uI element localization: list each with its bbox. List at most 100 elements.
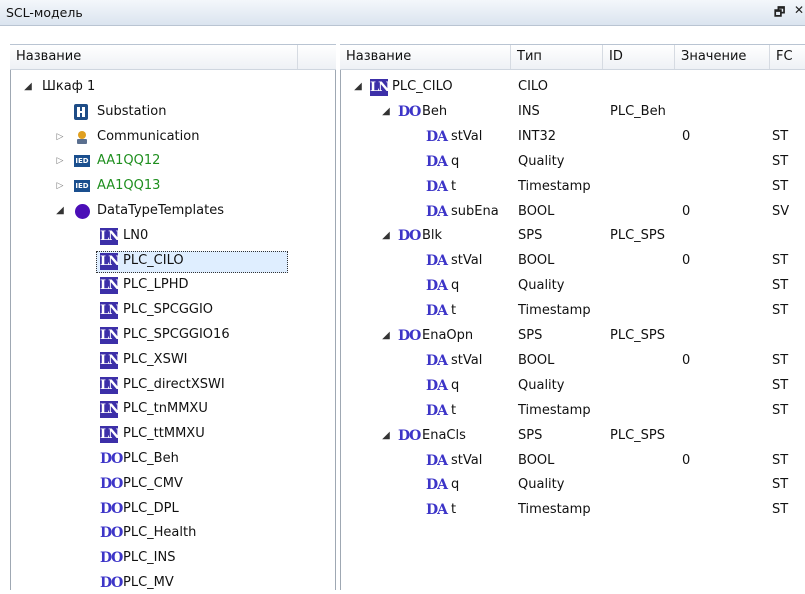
tree-row-template-item[interactable]: LN PLC_tnMMXU (10, 398, 334, 420)
grid-name: Beh (422, 103, 448, 119)
grid-name: q (451, 153, 460, 169)
tree-label-item: PLC_XSWI (123, 351, 188, 367)
grid-fc: ST (772, 502, 789, 518)
tree-label-root: Шкаф 1 (42, 79, 96, 94)
tree-row-template-item[interactable]: LN PLC_LPHD (10, 274, 334, 296)
grid-type: Quality (518, 153, 565, 169)
tree-expand-icon[interactable]: ◢ (352, 76, 364, 98)
tree-collapse-icon[interactable]: ▷ (54, 150, 66, 172)
grid-value: 0 (682, 452, 691, 468)
right-header: Название Тип ID Значение FC (340, 44, 805, 70)
tree-row-template-item[interactable]: LN PLC_CILO (10, 250, 334, 272)
grid-name: EnaCls (422, 427, 466, 443)
tree-row-substation[interactable]: Substation (10, 101, 334, 123)
grid-row-do[interactable]: ◢ DO Blk SPS PLC_SPS (340, 225, 805, 247)
tree-expand-icon[interactable]: ◢ (380, 225, 392, 247)
do-icon: DO (100, 500, 123, 518)
grid-type: INS (518, 103, 540, 119)
tree-row-template-item[interactable]: DO PLC_Beh (10, 448, 334, 470)
grid-row-da[interactable]: DA q Quality ST (340, 151, 805, 173)
tree-collapse-icon[interactable]: ▷ (54, 126, 66, 148)
grid-name: subEna (451, 203, 499, 219)
grid-row-da[interactable]: DA q Quality ST (340, 275, 805, 297)
do-icon: DO (398, 228, 421, 246)
grid-row-do[interactable]: ◢ DO EnaOpn SPS PLC_SPS (340, 325, 805, 347)
tree-label-item: LN0 (123, 227, 149, 243)
tree-row-template-item[interactable]: DO PLC_MV (10, 572, 334, 594)
grid-fc: ST (772, 278, 789, 294)
grid-row-da[interactable]: DA t Timestamp ST (340, 400, 805, 422)
float-icon[interactable]: 🗗 (774, 3, 785, 24)
grid-row-da[interactable]: DA stVal BOOL 0 ST (340, 350, 805, 372)
tree-expand-icon[interactable]: ◢ (380, 325, 392, 347)
tree-expand-icon[interactable]: ◢ (54, 200, 66, 222)
tree-row-template-item[interactable]: LN PLC_SPCGGIO (10, 299, 334, 321)
grid-fc: ST (772, 303, 789, 319)
column-header-id[interactable]: ID (603, 45, 675, 69)
grid-row-da[interactable]: DA t Timestamp ST (340, 300, 805, 322)
tree-row-template-item[interactable]: DO PLC_DPL (10, 498, 334, 520)
ln-icon: LN (370, 79, 390, 96)
tree-row-template-item[interactable]: DO PLC_CMV (10, 473, 334, 495)
ied-icon: IED (74, 180, 90, 193)
tree-row-ied[interactable]: ▷ IED AA1QQ13 (10, 175, 334, 197)
grid-row-da[interactable]: DA t Timestamp ST (340, 176, 805, 198)
grid-name: q (451, 278, 460, 294)
column-header-fc[interactable]: FC (770, 45, 805, 69)
close-icon[interactable]: ✕ (794, 3, 804, 17)
grid-row-da[interactable]: DA stVal INT32 0 ST (340, 126, 805, 148)
tree-label-item: PLC_LPHD (123, 277, 189, 293)
grid-row-root[interactable]: ◢ LN PLC_CILO CILO (340, 76, 805, 98)
da-icon: DA (426, 402, 448, 420)
grid-row-do[interactable]: ◢ DO Beh INS PLC_Beh (340, 101, 805, 123)
tree-label-item: PLC_ttMMXU (123, 426, 205, 442)
column-header-value[interactable]: Значение (675, 45, 770, 69)
ln-icon: LN (100, 327, 120, 344)
tree-expand-icon[interactable]: ◢ (22, 76, 34, 98)
tree-row-communication[interactable]: ▷ Communication (10, 126, 334, 148)
do-icon: DO (100, 475, 123, 493)
grid-id: PLC_SPS (610, 427, 666, 443)
grid-name: t (451, 502, 457, 518)
column-header-name[interactable]: Название (340, 45, 511, 69)
grid-row-do[interactable]: ◢ DO EnaCls SPS PLC_SPS (340, 425, 805, 447)
grid-type: SPS (518, 328, 543, 343)
tree-row-templates[interactable]: ◢ DataTypeTemplates (10, 200, 334, 222)
da-icon: DA (426, 128, 448, 146)
tree-row-root[interactable]: ◢ Шкаф 1 (10, 76, 334, 98)
tree-row-template-item[interactable]: LN LN0 (10, 225, 334, 247)
grid-name: q (451, 377, 460, 393)
column-header-type[interactable]: Тип (511, 45, 603, 69)
grid-name: stVal (451, 128, 483, 144)
tree-expand-icon[interactable]: ◢ (380, 425, 392, 447)
tree-collapse-icon[interactable]: ▷ (54, 175, 66, 197)
grid-name: stVal (451, 352, 483, 368)
grid-row-da[interactable]: DA q Quality ST (340, 375, 805, 397)
left-header: Название (10, 44, 336, 70)
tree-label-item: PLC_SPCGGIO (123, 302, 214, 318)
tree-row-template-item[interactable]: LN PLC_SPCGGIO16 (10, 324, 334, 346)
tree-row-template-item[interactable]: LN PLC_directXSWI (10, 374, 334, 396)
ln-icon: LN (100, 252, 120, 270)
grid-row-da[interactable]: DA stVal BOOL 0 ST (340, 450, 805, 472)
tree-expand-icon[interactable]: ◢ (380, 101, 392, 123)
grid-fc: ST (772, 452, 789, 468)
tree-row-template-item[interactable]: DO PLC_INS (10, 547, 334, 569)
tree-row-template-item[interactable]: LN PLC_XSWI (10, 349, 334, 371)
grid-row-da[interactable]: DA subEna BOOL 0 SV (340, 201, 805, 223)
tree-row-ied[interactable]: ▷ IED AA1QQ12 (10, 150, 334, 172)
tree-label-item: PLC_INS (123, 550, 176, 566)
grid-id: PLC_SPS (610, 228, 666, 244)
left-column-name-header[interactable]: Название (10, 45, 298, 69)
grid-row-da[interactable]: DA t Timestamp ST (340, 499, 805, 521)
do-icon: DO (398, 328, 421, 345)
tree-label-templates: DataTypeTemplates (97, 203, 224, 218)
grid-fc: ST (772, 128, 789, 144)
grid-name: t (451, 303, 457, 319)
ln-icon: LN (100, 227, 120, 245)
da-icon: DA (426, 477, 448, 495)
grid-row-da[interactable]: DA stVal BOOL 0 ST (340, 250, 805, 272)
tree-row-template-item[interactable]: LN PLC_ttMMXU (10, 423, 334, 445)
grid-row-da[interactable]: DA q Quality ST (340, 474, 805, 496)
tree-row-template-item[interactable]: DO PLC_Health (10, 522, 334, 544)
